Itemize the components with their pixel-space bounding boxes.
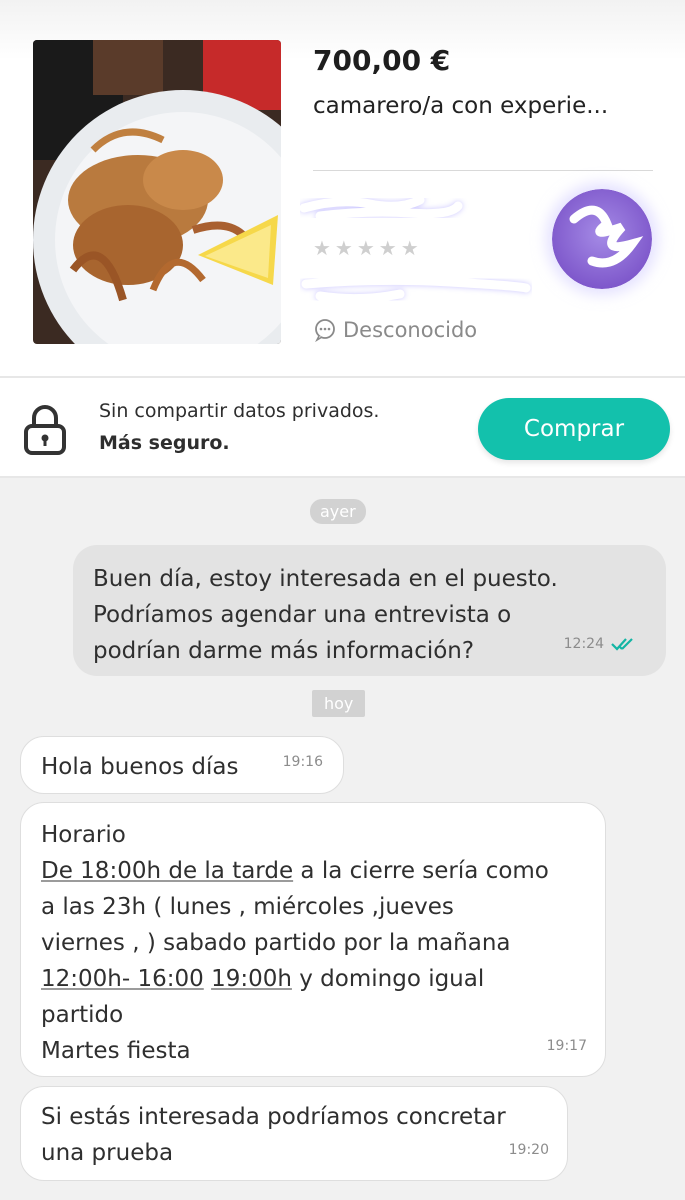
incoming-message[interactable]: Horario De 18:00h de la tarde a la cierr… bbox=[20, 802, 606, 1077]
buy-button[interactable]: Comprar bbox=[478, 398, 670, 460]
chat-thread[interactable]: ayer Buen día, estoy interesada en el pu… bbox=[0, 478, 685, 1200]
outgoing-message[interactable]: Buen día, estoy interesada en el puesto.… bbox=[73, 545, 666, 676]
listing-price: 700,00 € bbox=[313, 44, 451, 77]
message-line: a las 23h ( lunes , miércoles ,jueves bbox=[41, 894, 454, 920]
message-line: 12:00h- 16:00 19:00h y domingo igual bbox=[41, 961, 585, 997]
message-text: Si estás interesada podríamos concretar … bbox=[41, 1104, 506, 1166]
seller-info-redacted bbox=[301, 275, 531, 304]
message-time: 19:16 bbox=[282, 754, 323, 770]
seller-status-label: Desconocido bbox=[343, 318, 478, 342]
seller-status: Desconocido bbox=[313, 318, 477, 342]
message-time: 19:17 bbox=[546, 1038, 587, 1054]
message-meta: 12:24 bbox=[564, 626, 642, 662]
seller-rating: ★★★★★ bbox=[313, 236, 423, 260]
safety-text: Sin compartir datos privados. bbox=[99, 400, 380, 422]
safety-emphasis: Más seguro. bbox=[99, 432, 230, 454]
message-time: 12:24 bbox=[563, 636, 604, 652]
message-text: Horario De 18:00h de la tarde a la cierr… bbox=[41, 817, 585, 1069]
message-fragment: y domingo igual bbox=[291, 966, 485, 992]
message-text: Hola buenos días bbox=[41, 754, 239, 780]
chat-bubble-icon bbox=[315, 319, 335, 342]
message-time: 19:20 bbox=[508, 1142, 549, 1158]
message-fragment bbox=[204, 966, 211, 992]
incoming-message[interactable]: Si estás interesada podríamos concretar … bbox=[20, 1086, 568, 1181]
message-line: partido bbox=[41, 1002, 124, 1028]
product-header[interactable]: 700,00 € camarero/a con experie... ★★★★★… bbox=[0, 0, 685, 376]
double-check-icon bbox=[611, 638, 633, 651]
incoming-message[interactable]: Hola buenos días 19:16 bbox=[20, 736, 344, 794]
message-line: Martes fiesta bbox=[41, 1038, 191, 1064]
message-fragment: a la cierre sería como bbox=[293, 858, 549, 884]
date-separator-today: hoy bbox=[312, 690, 366, 717]
time-link[interactable]: 12:00h- 16:00 bbox=[41, 966, 204, 992]
message-line: Horario bbox=[41, 822, 126, 848]
time-link[interactable]: 19:00h bbox=[211, 966, 292, 992]
safe-purchase-bar: Sin compartir datos privados. Más seguro… bbox=[0, 376, 685, 478]
divider bbox=[313, 170, 653, 171]
product-photo[interactable] bbox=[33, 40, 281, 344]
message-line: De 18:00h de la tarde a la cierre sería … bbox=[41, 853, 585, 889]
seller-name-redacted bbox=[300, 195, 463, 221]
message-line: viernes , ) sabado partido por la mañana bbox=[41, 930, 511, 956]
date-separator-yesterday: ayer bbox=[310, 499, 366, 524]
listing-title[interactable]: camarero/a con experie... bbox=[313, 93, 608, 119]
time-link[interactable]: De 18:00h de la tarde bbox=[41, 858, 293, 884]
seller-avatar[interactable] bbox=[552, 189, 652, 289]
lock-icon bbox=[24, 405, 66, 455]
